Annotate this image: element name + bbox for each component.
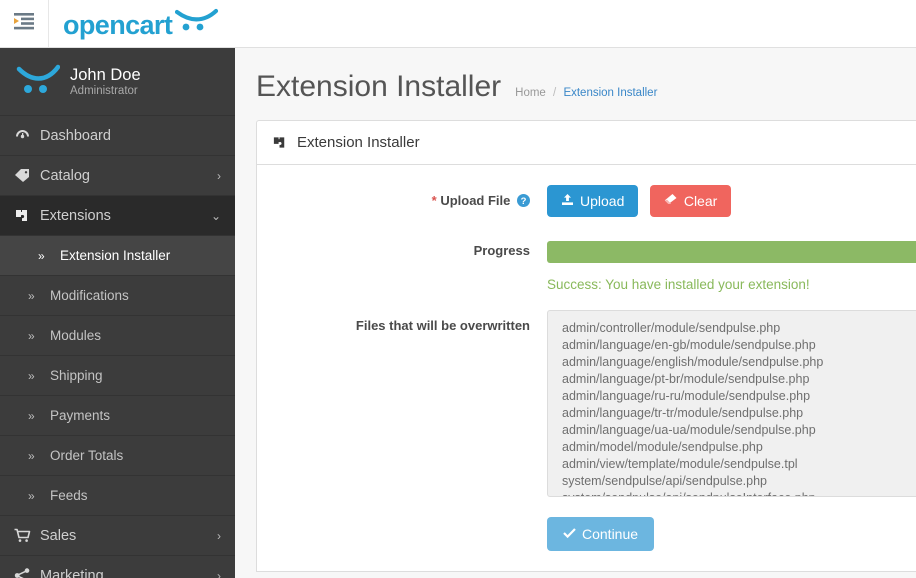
progress-bar-fill — [547, 241, 916, 263]
sidebar-item-label: Payments — [50, 408, 110, 423]
clear-button-label: Clear — [684, 193, 717, 209]
breadcrumb-home[interactable]: Home — [515, 87, 546, 99]
upload-button-label: Upload — [580, 193, 624, 209]
user-role: Administrator — [70, 85, 141, 97]
file-list-item: admin/language/pt-br/module/sendpulse.ph… — [562, 371, 916, 388]
chevron-double-right-icon: » — [28, 369, 50, 383]
progress-label: Progress — [257, 235, 547, 292]
sidebar-item-shipping[interactable]: » Shipping — [0, 356, 235, 396]
top-bar: opencart — [0, 0, 916, 48]
sidebar-item-catalog[interactable]: Catalog › — [0, 156, 235, 196]
continue-button-label: Continue — [582, 526, 638, 542]
upload-file-row: * Upload File ? — [257, 185, 916, 217]
shopping-cart-icon — [14, 528, 40, 543]
share-icon — [14, 568, 40, 578]
sidebar-item-label: Catalog — [40, 168, 90, 184]
sidebar-item-label: Sales — [40, 528, 76, 544]
sidebar-item-order-totals[interactable]: » Order Totals — [0, 436, 235, 476]
sidebar-item-label: Order Totals — [50, 448, 123, 463]
page-header: Extension Installer Home / Extension Ins… — [235, 48, 916, 120]
check-icon — [563, 526, 576, 542]
sidebar-item-dashboard[interactable]: Dashboard — [0, 116, 235, 156]
file-list-item: admin/language/ua-ua/module/sendpulse.ph… — [562, 422, 916, 439]
sidebar-item-modules[interactable]: » Modules — [0, 316, 235, 356]
breadcrumb-current[interactable]: Extension Installer — [563, 87, 657, 99]
puzzle-piece-icon — [272, 135, 288, 150]
file-list-item: admin/view/template/module/sendpulse.tpl — [562, 456, 916, 473]
overwritten-files-row: Files that will be overwritten admin/con… — [257, 310, 916, 497]
breadcrumb: Home / Extension Installer — [515, 87, 657, 99]
sidebar-item-label: Modules — [50, 328, 101, 343]
chevron-double-right-icon: » — [28, 329, 50, 343]
chevron-down-icon: ⌄ — [211, 209, 221, 223]
chevron-double-right-icon: » — [28, 409, 50, 423]
file-list-item: admin/language/tr-tr/module/sendpulse.ph… — [562, 405, 916, 422]
tachometer-icon — [14, 128, 40, 143]
upload-icon — [561, 193, 574, 209]
sidebar: John Doe Administrator Dashboard — [0, 48, 235, 578]
page-title: Extension Installer — [256, 70, 501, 104]
overwritten-files-list[interactable]: admin/controller/module/sendpulse.phpadm… — [547, 310, 916, 497]
progress-row: Progress Success: You have installed you… — [257, 235, 916, 292]
question-circle-icon[interactable]: ? — [517, 195, 530, 210]
sidebar-item-label: Extension Installer — [60, 248, 170, 263]
main-content: Extension Installer Home / Extension Ins… — [235, 48, 916, 578]
clear-button[interactable]: Clear — [650, 185, 731, 217]
chevron-right-icon: › — [217, 569, 221, 578]
breadcrumb-separator: / — [553, 87, 556, 99]
sidebar-item-extension-installer[interactable]: » Extension Installer — [0, 236, 235, 276]
user-profile[interactable]: John Doe Administrator — [0, 48, 235, 116]
upload-file-label-text: Upload File — [440, 193, 510, 208]
upload-button[interactable]: Upload — [547, 185, 638, 217]
upload-file-label: * Upload File ? — [257, 185, 547, 217]
file-list-item: admin/language/english/module/sendpulse.… — [562, 354, 916, 371]
opencart-logo[interactable]: opencart — [49, 8, 219, 39]
chevron-double-right-icon: » — [38, 249, 60, 263]
chevron-double-right-icon: » — [28, 489, 50, 503]
file-list-item: admin/model/module/sendpulse.php — [562, 439, 916, 456]
sidebar-item-label: Dashboard — [40, 128, 111, 144]
puzzle-piece-icon — [14, 208, 40, 223]
progress-bar-track — [547, 241, 916, 263]
sidebar-item-label: Shipping — [50, 368, 103, 383]
sidebar-item-sales[interactable]: Sales › — [0, 516, 235, 556]
sidebar-item-label: Extensions — [40, 208, 111, 224]
file-list-item: system/sendpulse/api/sendpulse.php — [562, 473, 916, 490]
tag-icon — [14, 168, 40, 183]
continue-row: Continue — [257, 515, 916, 551]
chevron-double-right-icon: » — [28, 449, 50, 463]
eraser-icon — [664, 193, 678, 209]
file-list-item: admin/language/en-gb/module/sendpulse.ph… — [562, 337, 916, 354]
file-list-item: system/sendpulse/api/sendpulseInterface.… — [562, 490, 916, 497]
indent-list-icon — [14, 12, 34, 35]
sidebar-item-extensions[interactable]: Extensions ⌄ — [0, 196, 235, 236]
continue-button[interactable]: Continue — [547, 517, 654, 551]
success-message: Success: You have installed your extensi… — [547, 277, 916, 292]
sidebar-item-feeds[interactable]: » Feeds — [0, 476, 235, 516]
logo-text: opencart — [63, 12, 172, 39]
file-list-item: admin/controller/module/sendpulse.php — [562, 320, 916, 337]
chevron-right-icon: › — [217, 529, 221, 543]
sidebar-item-marketing[interactable]: Marketing › — [0, 556, 235, 578]
app-root: opencart John Doe Administr — [0, 0, 916, 578]
chevron-right-icon: › — [217, 169, 221, 183]
sidebar-item-label: Feeds — [50, 488, 88, 503]
sidebar-item-label: Marketing — [40, 568, 104, 578]
shopping-cart-logo-icon — [175, 8, 219, 37]
svg-text:?: ? — [521, 196, 527, 207]
panel-body: * Upload File ? — [257, 165, 916, 571]
cart-avatar-icon — [16, 62, 60, 101]
sidebar-item-modifications[interactable]: » Modifications — [0, 276, 235, 316]
file-list-item: admin/language/ru-ru/module/sendpulse.ph… — [562, 388, 916, 405]
sidebar-item-payments[interactable]: » Payments — [0, 396, 235, 436]
panel-heading: Extension Installer — [257, 121, 916, 165]
sidebar-toggle-button[interactable] — [0, 0, 49, 47]
user-name: John Doe — [70, 66, 141, 85]
extension-installer-panel: Extension Installer * Upload File ? — [256, 120, 916, 572]
chevron-double-right-icon: » — [28, 289, 50, 303]
panel-title: Extension Installer — [297, 134, 420, 151]
sidebar-item-label: Modifications — [50, 288, 129, 303]
overwritten-files-label: Files that will be overwritten — [257, 310, 547, 497]
required-marker: * — [432, 193, 437, 208]
